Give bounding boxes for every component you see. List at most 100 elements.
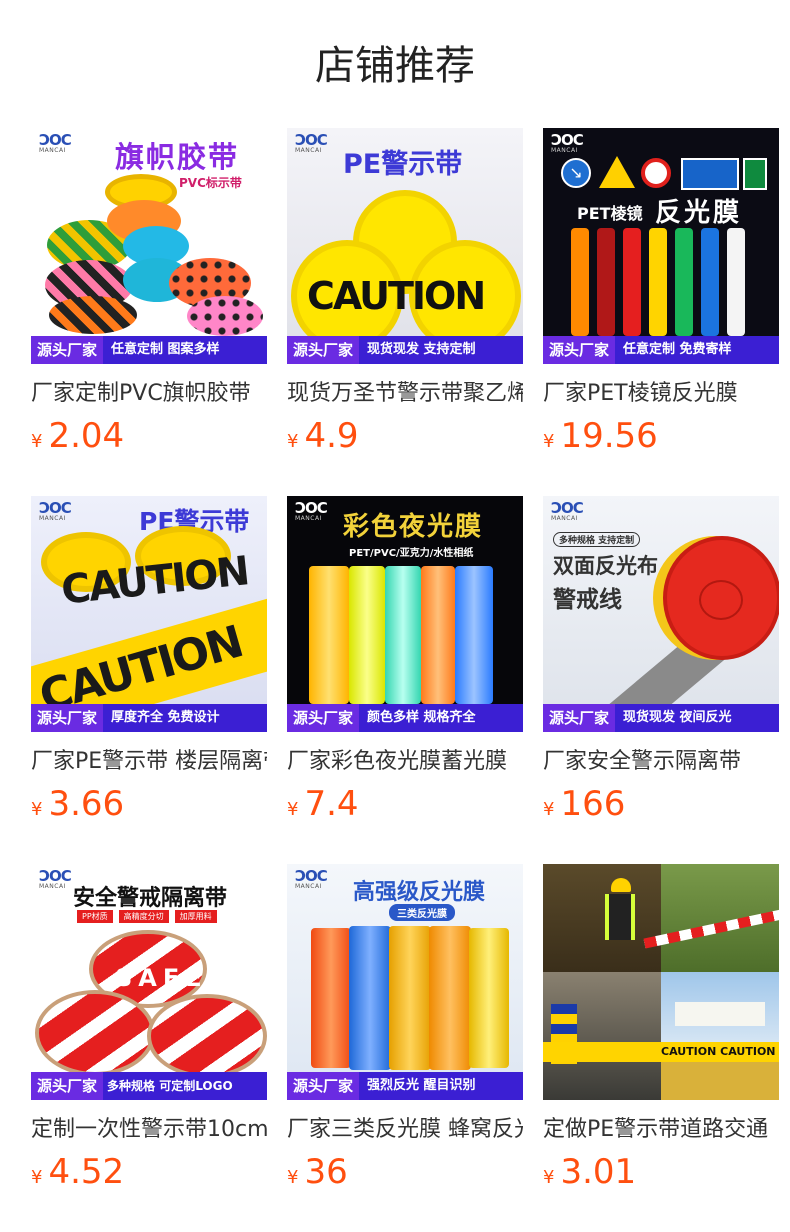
product-card[interactable]: ƆOC MANCAI 多种规格 支持定制 双面反光布 警戒线 源头厂家 现货现发 … bbox=[543, 496, 779, 832]
product-image[interactable]: ƆOC MANCAI ↘ PET棱镜 反光膜 源头厂家 任意定制 免费寄样 bbox=[543, 128, 779, 364]
film-strip bbox=[675, 228, 693, 336]
currency-symbol: ¥ bbox=[287, 1167, 299, 1188]
price-value: 4.9 bbox=[304, 416, 359, 456]
price-value: 4.52 bbox=[48, 1152, 125, 1192]
image-subline: PET棱镜 bbox=[577, 204, 643, 223]
currency-symbol: ¥ bbox=[31, 431, 43, 452]
film-roll bbox=[385, 566, 421, 704]
price-value: 2.04 bbox=[48, 416, 125, 456]
brand-logo: ƆOC MANCAI bbox=[551, 499, 584, 523]
film-strip bbox=[649, 228, 667, 336]
promo-text: 厚度齐全 免费设计 bbox=[111, 710, 220, 725]
tape-roll bbox=[35, 990, 155, 1076]
product-name[interactable]: 定制一次性警示带10cm bbox=[31, 1114, 267, 1146]
product-card[interactable]: ƆOC MANCAI 安全警戒隔离带 PP材质 高精度分切 加厚用料 SAFE 源… bbox=[31, 864, 267, 1200]
product-image[interactable]: ƆOC MANCAI PE警示带 CAUTION 源头厂家 现货现发 支持定制 bbox=[287, 128, 523, 364]
product-image[interactable]: CAUTION CAUTION CAUTI bbox=[543, 864, 779, 1100]
price-value: 36 bbox=[304, 1152, 348, 1192]
no-entry-sign-icon bbox=[641, 158, 671, 188]
product-image[interactable]: ƆOC MANCAI 高强级反光膜 三类反光膜 源头厂家 强烈反光 醒目识别 bbox=[287, 864, 523, 1100]
film-strip bbox=[597, 228, 615, 336]
direction-sign-icon: ↘ bbox=[561, 158, 591, 188]
image-badge: 多种规格 支持定制 bbox=[553, 532, 641, 547]
brand-logo: ƆOC MANCAI bbox=[39, 131, 72, 155]
promo-tag: 源头厂家 bbox=[287, 1072, 360, 1100]
promo-banner: 源头厂家 颜色多样 规格齐全 bbox=[287, 704, 523, 732]
product-image[interactable]: ƆOC MANCAI 旗帜胶带 PVC标示带 源头厂家 任意定制 图案多样 bbox=[31, 128, 267, 364]
product-image[interactable]: ƆOC MANCAI 安全警戒隔离带 PP材质 高精度分切 加厚用料 SAFE 源… bbox=[31, 864, 267, 1100]
product-price: ¥166 bbox=[543, 784, 779, 824]
product-name[interactable]: 厂家三类反光膜 蜂窝反光膜 bbox=[287, 1114, 523, 1146]
promo-text: 颜色多样 规格齐全 bbox=[367, 710, 476, 725]
promo-text: 现货现发 支持定制 bbox=[367, 342, 476, 357]
feature-chip: 加厚用料 bbox=[174, 910, 217, 923]
product-name[interactable]: 厂家PE警示带 楼层隔离带 bbox=[31, 746, 267, 778]
tape-print: SAFE bbox=[115, 964, 208, 992]
promo-tag: 源头厂家 bbox=[31, 704, 104, 732]
tape-roll bbox=[49, 296, 137, 334]
price-value: 19.56 bbox=[560, 416, 658, 456]
guide-sign-icon bbox=[681, 158, 739, 190]
brand-logo: ƆOC MANCAI bbox=[295, 131, 328, 155]
image-subline: PVC标示带 bbox=[179, 176, 242, 190]
brand-logo: ƆOC MANCAI bbox=[39, 499, 72, 523]
product-grid: ƆOC MANCAI 旗帜胶带 PVC标示带 源头厂家 任意定制 图案多样 厂家定… bbox=[31, 128, 779, 1200]
product-price: ¥3.66 bbox=[31, 784, 267, 824]
product-card[interactable]: ƆOC MANCAI 旗帜胶带 PVC标示带 源头厂家 任意定制 图案多样 厂家定… bbox=[31, 128, 267, 464]
image-headline: 反光膜 bbox=[655, 198, 743, 228]
price-value: 166 bbox=[560, 784, 626, 824]
product-price: ¥3.01 bbox=[543, 1152, 779, 1192]
product-price: ¥2.04 bbox=[31, 416, 267, 456]
promo-text: 多种规格 可定制LOGO bbox=[107, 1079, 233, 1093]
product-price: ¥36 bbox=[287, 1152, 523, 1192]
feature-chip: PP材质 bbox=[77, 910, 113, 923]
product-name[interactable]: 现货万圣节警示带聚乙烯 bbox=[287, 378, 523, 410]
hard-hat bbox=[611, 878, 631, 892]
product-card[interactable]: ƆOC MANCAI 高强级反光膜 三类反光膜 源头厂家 强烈反光 醒目识别 厂家… bbox=[287, 864, 523, 1200]
product-name[interactable]: 厂家PET棱镜反光膜 bbox=[543, 378, 779, 410]
product-price: ¥4.52 bbox=[31, 1152, 267, 1192]
film-roll bbox=[429, 926, 471, 1070]
promo-tag: 源头厂家 bbox=[287, 704, 360, 732]
currency-symbol: ¥ bbox=[287, 431, 299, 452]
promo-tag: 源头厂家 bbox=[31, 336, 104, 364]
promo-banner: 源头厂家 现货现发 夜间反光 bbox=[543, 704, 779, 732]
film-roll bbox=[389, 926, 431, 1070]
currency-symbol: ¥ bbox=[543, 1167, 555, 1188]
product-image[interactable]: ƆOC MANCAI PE警示带 CAUTION CAUTION 源头厂家 厚度齐… bbox=[31, 496, 267, 732]
product-card[interactable]: ƆOC MANCAI 彩色夜光膜 PET/PVC/亚克力/水性相纸 源头厂家 颜色… bbox=[287, 496, 523, 832]
promo-text: 强烈反光 醒目识别 bbox=[367, 1078, 476, 1093]
product-image[interactable]: ƆOC MANCAI 彩色夜光膜 PET/PVC/亚克力/水性相纸 源头厂家 颜色… bbox=[287, 496, 523, 732]
tape-roll bbox=[187, 296, 263, 336]
product-name[interactable]: 厂家安全警示隔离带 bbox=[543, 746, 779, 778]
film-roll bbox=[455, 566, 493, 704]
product-card[interactable]: ƆOC MANCAI PE警示带 CAUTION CAUTION 源头厂家 厚度齐… bbox=[31, 496, 267, 832]
currency-symbol: ¥ bbox=[543, 431, 555, 452]
product-card[interactable]: ƆOC MANCAI ↘ PET棱镜 反光膜 源头厂家 任意定制 免费寄样 厂家P… bbox=[543, 128, 779, 464]
currency-symbol: ¥ bbox=[31, 1167, 43, 1188]
product-image[interactable]: ƆOC MANCAI 多种规格 支持定制 双面反光布 警戒线 源头厂家 现货现发 … bbox=[543, 496, 779, 732]
promo-tag: 源头厂家 bbox=[287, 336, 360, 364]
safety-vest bbox=[605, 894, 635, 940]
film-roll bbox=[311, 928, 351, 1068]
product-card[interactable]: ƆOC MANCAI PE警示带 CAUTION 源头厂家 现货现发 支持定制 现… bbox=[287, 128, 523, 464]
promo-banner: 源头厂家 任意定制 免费寄样 bbox=[543, 336, 779, 364]
film-roll bbox=[309, 566, 349, 704]
product-name[interactable]: 厂家定制PVC旗帜胶带 bbox=[31, 378, 267, 410]
promo-banner: 源头厂家 现货现发 支持定制 bbox=[287, 336, 523, 364]
brand-logo: ƆOC MANCAI bbox=[551, 131, 584, 155]
promo-banner: 源头厂家 多种规格 可定制LOGO bbox=[31, 1072, 267, 1100]
film-strip bbox=[623, 228, 641, 336]
price-value: 3.66 bbox=[48, 784, 125, 824]
product-name[interactable]: 定做PE警示带道路交通 bbox=[543, 1114, 779, 1146]
image-headline: 双面反光布 bbox=[553, 554, 658, 578]
reel-hub bbox=[699, 580, 743, 620]
section-title: 店铺推荐 bbox=[315, 43, 475, 89]
promo-text: 任意定制 图案多样 bbox=[111, 342, 220, 357]
film-roll bbox=[349, 926, 391, 1070]
promo-text: 任意定制 免费寄样 bbox=[623, 342, 732, 357]
film-roll bbox=[349, 566, 385, 704]
product-card[interactable]: CAUTION CAUTION CAUTI 定做PE警示带道路交通 ¥3.01 bbox=[543, 864, 779, 1200]
film-strip bbox=[727, 228, 745, 336]
product-name[interactable]: 厂家彩色夜光膜蓄光膜 bbox=[287, 746, 523, 778]
